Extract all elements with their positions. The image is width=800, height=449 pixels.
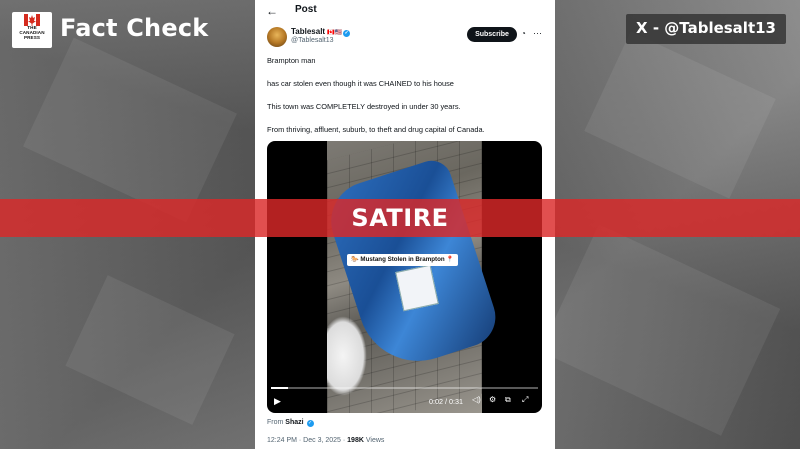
author-handle[interactable]: @Tablesalt13 [291,37,334,44]
canadian-press-logo: THE CANADIAN PRESS [12,12,52,48]
volume-icon[interactable]: ◁) [472,395,481,404]
avatar[interactable] [267,27,287,47]
arrow-left-icon[interactable]: ← [266,4,278,18]
views-label: Views [365,437,385,444]
grok-icon[interactable]: ◔ [521,29,526,38]
settings-gear-icon[interactable]: ⚙ [489,395,496,404]
author-name[interactable]: Tablesalt 🇨🇦🇺🇸 ✓ [291,27,351,37]
video-player[interactable]: 🐎 Mustang Stolen in Brampton 📍 ▶ 0:02 / … [267,141,542,413]
video-progress-bar[interactable] [271,387,538,389]
video-time: 0:02 / 0:31 [429,397,463,406]
post-meta: 12:24 PM · Dec 3, 2025 · 198K Views [267,437,384,444]
more-options-icon[interactable]: ··· [533,28,542,38]
play-icon[interactable]: ▶ [274,396,281,407]
video-frame [320,141,504,413]
post-top-bar: ← Post [255,0,555,20]
logo-text-line3: PRESS [23,34,41,40]
from-name[interactable]: Shazi [285,419,303,426]
tweet-text-line: From thriving, affluent, suburb, to thef… [267,125,485,134]
satire-label: SATIRE [351,204,449,232]
post-timestamp: 12:24 PM · Dec 3, 2025 · [267,437,348,444]
fact-check-title: Fact Check [60,14,209,42]
verified-badge-icon: ✓ [343,30,351,37]
minimize-icon[interactable]: ⧉ [505,395,511,405]
video-progress-fill [271,387,289,389]
post-title: Post [295,4,317,15]
source-tag: X - @Tablesalt13 [626,14,786,44]
tweet-text-line: Brampton man [267,56,316,65]
author-display-name: Tablesalt [291,27,326,36]
verified-badge-icon: ✓ [306,420,314,427]
subscribe-button[interactable]: Subscribe [467,27,517,42]
tweet-text-line: has car stolen even though it was CHAINE… [267,79,454,88]
video-caption: 🐎 Mustang Stolen in Brampton 📍 [347,254,459,266]
flags-emoji: 🇨🇦🇺🇸 [327,30,343,36]
tweet-text-line: This town was COMPLETELY destroyed in un… [267,102,461,111]
from-label: From [267,419,284,426]
views-count: 198K [347,437,364,444]
fullscreen-icon[interactable]: ⤢ [522,395,528,405]
from-attribution: From Shazi ✓ [267,419,314,427]
